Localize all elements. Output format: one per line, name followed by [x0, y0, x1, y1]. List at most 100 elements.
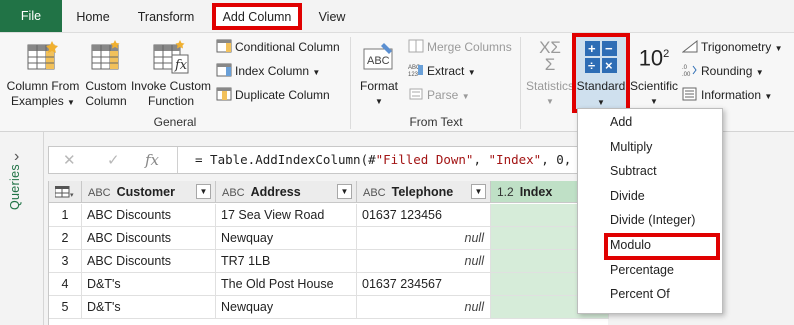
- column-header-telephone[interactable]: ABC Telephone ▼: [357, 181, 491, 203]
- column-from-examples-icon: [27, 41, 58, 70]
- trigonometry-button[interactable]: Trigonometry ▼: [682, 37, 783, 57]
- row-number[interactable]: 5: [49, 296, 82, 319]
- tab-file[interactable]: File: [0, 0, 62, 32]
- parse-icon: [409, 88, 423, 100]
- custom-column-label-1: Custom: [85, 79, 127, 93]
- cancel-icon[interactable]: ✕: [63, 151, 76, 169]
- menu-item-modulo[interactable]: Modulo: [610, 233, 651, 257]
- from-text-group-label: From Text: [409, 115, 463, 129]
- scientific-icon-exponent: 2: [663, 48, 670, 60]
- cell-telephone[interactable]: null: [357, 227, 491, 250]
- ribbon-separator: [520, 37, 521, 129]
- formula-arg-step: "Filled Down": [375, 152, 474, 167]
- svg-text:.00: .00: [682, 72, 691, 77]
- chevron-down-icon: ▼: [312, 68, 321, 77]
- general-group-label: General: [153, 115, 197, 129]
- duplicate-column-icon: [216, 87, 232, 101]
- statistics-button[interactable]: Statistics ▼: [524, 79, 576, 109]
- svg-text:123: 123: [408, 72, 419, 77]
- formula-input[interactable]: = Table.AddIndexColumn(#"Filled Down", "…: [195, 152, 571, 167]
- information-label: Information: [701, 88, 762, 102]
- filter-dropdown-icon[interactable]: ▼: [471, 184, 486, 199]
- chevron-down-icon: ▼: [467, 68, 476, 77]
- svg-text:÷: ÷: [588, 58, 595, 73]
- cell-customer[interactable]: ABC Discounts: [82, 204, 216, 227]
- standard-button[interactable]: + − ÷ × Standard ▼: [572, 33, 630, 113]
- parse-button[interactable]: Parse ▼: [408, 85, 470, 105]
- menu-item-divide[interactable]: Divide: [610, 184, 645, 208]
- scientific-button[interactable]: Scientific ▼: [630, 79, 678, 109]
- cell-address[interactable]: Newquay: [216, 227, 357, 250]
- rounding-button[interactable]: .0.00 Rounding ▼: [682, 61, 764, 81]
- extract-icon: ABC123: [408, 65, 423, 77]
- cell-address[interactable]: TR7 1LB: [216, 250, 357, 273]
- chevron-down-icon: ▼: [755, 68, 764, 77]
- tab-home[interactable]: Home: [62, 4, 124, 30]
- cell-telephone[interactable]: null: [357, 250, 491, 273]
- scientific-icon-base: 10: [638, 45, 664, 71]
- row-number[interactable]: 3: [49, 250, 82, 273]
- menu-item-add[interactable]: Add: [610, 110, 632, 134]
- cell-address[interactable]: Newquay: [216, 296, 357, 319]
- cell-customer[interactable]: ABC Discounts: [82, 250, 216, 273]
- ribbon-tabs: File Home Transform Add Column View: [0, 0, 794, 32]
- menu-item-percentage[interactable]: Percentage: [610, 258, 674, 282]
- rounding-icon: .0.00: [682, 65, 697, 77]
- conditional-column-button[interactable]: Conditional Column: [216, 37, 340, 57]
- cell-telephone[interactable]: null: [357, 296, 491, 319]
- column-header-address[interactable]: ABC Address ▼: [216, 181, 357, 203]
- duplicate-column-button[interactable]: Duplicate Column: [216, 85, 330, 105]
- sigma-icon: Σ: [544, 55, 556, 74]
- custom-column-button[interactable]: Custom Column: [82, 79, 130, 109]
- menu-item-subtract[interactable]: Subtract: [610, 159, 657, 183]
- chevron-down-icon: ▼: [650, 97, 658, 106]
- extract-button[interactable]: ABC 123 Extract ▼: [408, 61, 476, 81]
- row-number[interactable]: 1: [49, 204, 82, 227]
- chevron-down-icon: ▼: [67, 98, 75, 107]
- column-from-examples-button[interactable]: Column From Examples ▼: [4, 79, 82, 110]
- index-column-label: Index Column: [235, 64, 310, 78]
- invoke-custom-function-icon: fx: [153, 40, 189, 74]
- queries-pane-collapsed: ›: [0, 132, 44, 325]
- extract-label: Extract: [427, 64, 465, 78]
- scientific-label: Scientific: [630, 79, 679, 93]
- information-button[interactable]: Information ▼: [682, 85, 772, 105]
- cell-customer[interactable]: ABC Discounts: [82, 227, 216, 250]
- cell-telephone[interactable]: 01637 234567: [357, 273, 491, 296]
- cell-customer[interactable]: D&T's: [82, 273, 216, 296]
- trigonometry-icon: [682, 39, 698, 53]
- index-column-button[interactable]: Index Column ▼: [216, 61, 320, 81]
- invoke-custom-function-label-2: Function: [147, 94, 195, 108]
- column-header-customer[interactable]: ABC Customer ▼: [82, 181, 216, 203]
- format-button[interactable]: Format ▼: [354, 79, 404, 109]
- filter-dropdown-icon[interactable]: ▼: [337, 184, 352, 199]
- text-type-icon: ABC: [363, 187, 386, 199]
- column-header-label: Telephone: [391, 185, 454, 199]
- ribbon-separator: [350, 37, 351, 129]
- cell-address[interactable]: The Old Post House: [216, 273, 357, 296]
- cell-address[interactable]: 17 Sea View Road: [216, 204, 357, 227]
- rounding-label: Rounding: [701, 64, 753, 78]
- table-menu-button[interactable]: ▾: [49, 181, 82, 203]
- column-header-label: Address: [250, 185, 301, 199]
- menu-item-multiply[interactable]: Multiply: [610, 135, 652, 159]
- svg-text:−: −: [605, 41, 613, 56]
- cell-telephone[interactable]: 01637 123456: [357, 204, 491, 227]
- standard-label: Standard: [576, 79, 626, 93]
- row-number[interactable]: 2: [49, 227, 82, 250]
- tab-view[interactable]: View: [306, 4, 358, 30]
- conditional-column-icon: [216, 39, 232, 53]
- invoke-custom-function-button[interactable]: Invoke Custom Function: [130, 79, 212, 109]
- cell-customer[interactable]: D&T's: [82, 296, 216, 319]
- fx-icon[interactable]: fx: [145, 151, 159, 169]
- queries-label[interactable]: Queries: [8, 164, 22, 210]
- tab-add-column[interactable]: Add Column: [212, 3, 302, 30]
- filter-dropdown-icon[interactable]: ▼: [196, 184, 211, 199]
- menu-item-divide-integer[interactable]: Divide (Integer): [610, 208, 695, 232]
- tab-transform[interactable]: Transform: [126, 4, 206, 30]
- row-number[interactable]: 4: [49, 273, 82, 296]
- merge-columns-button[interactable]: Merge Columns: [408, 37, 512, 57]
- check-icon[interactable]: ✓: [107, 151, 120, 169]
- menu-item-percent-of[interactable]: Percent Of: [610, 282, 670, 306]
- formula-divider: [177, 147, 178, 173]
